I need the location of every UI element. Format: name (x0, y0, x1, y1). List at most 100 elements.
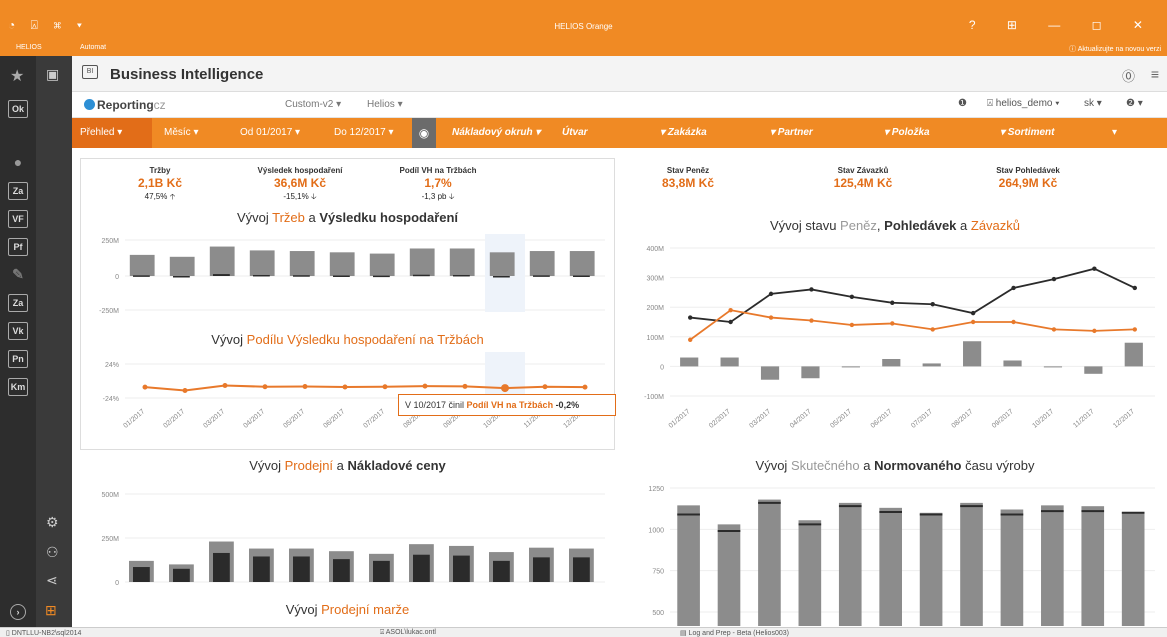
bar-vh (213, 274, 230, 276)
kpi-value: 36,6M Kč (273, 176, 327, 190)
sidebar-item-ok[interactable]: Ok (8, 100, 28, 118)
partner-filter[interactable]: ▾ Partner (770, 127, 813, 138)
automat-label[interactable]: Automat (80, 44, 106, 51)
pencil-icon[interactable]: ✎ (8, 266, 28, 284)
assortment-filter[interactable]: ▾ Sortiment (1000, 127, 1054, 138)
line-zavazky-point (930, 327, 935, 332)
kpi-vh[interactable]: Výsledek hospodaření 36,6M Kč -15,1% 🡣 (230, 166, 370, 205)
grid-icon[interactable]: ⊞ (45, 602, 57, 619)
app-label[interactable]: HELIOS (16, 44, 42, 51)
order-filter[interactable]: ▾ Zakázka (660, 127, 707, 138)
help-dropdown[interactable]: ❷ ▾ (1126, 98, 1143, 109)
y-tick-label: 0 (115, 274, 119, 281)
kpi-change: 47,5% 🡡 (144, 192, 176, 201)
x-tick-label: 07/2017 (362, 408, 386, 430)
eye-icon[interactable]: ◉ (412, 118, 436, 148)
x-tick-label: 08/2017 (951, 408, 975, 430)
bar-skutecny (879, 507, 902, 626)
to-date-dropdown[interactable]: Do 12/2017 ▾ (334, 127, 394, 138)
chart-trzby-vh[interactable]: 250M 0 -250M (80, 232, 615, 328)
help-icon[interactable]: ⓪ (1122, 66, 1135, 85)
line-pohledavky-point (849, 294, 855, 300)
bar-skutecny (1081, 506, 1105, 626)
sidebar-item-pf[interactable]: Pf (8, 238, 28, 256)
bar-vh (253, 274, 270, 277)
kpi-pohledavky[interactable]: Stav Pohledávek 264,9M Kč (968, 166, 1088, 190)
line-pohledavky-point (970, 310, 976, 316)
sidebar-item-pn[interactable]: Pn (8, 350, 28, 368)
bar-trzby (249, 250, 275, 276)
line-pohledavky-point (728, 319, 733, 325)
star-icon[interactable]: ★ (10, 66, 24, 86)
chart-stav[interactable]: 400M 300M 200M 100M 0 -100M 01/2017 02/2017 03/2… (630, 238, 1160, 458)
kpi-label: Stav Pohledávek (996, 166, 1060, 175)
from-date-dropdown[interactable]: Od 01/2017 ▾ (240, 127, 300, 138)
filter-bar: Přehled ▾ Měsíc ▾ Od 01/2017 ▾ Do 12/201… (72, 118, 1167, 148)
month-dropdown[interactable]: Měsíc ▾ (164, 127, 198, 138)
language-dropdown[interactable]: sk ▾ (1084, 98, 1102, 109)
bar-skutecny (717, 524, 741, 626)
bar-skutecny (758, 499, 781, 626)
reporting-logo[interactable]: Reportingcz (84, 98, 166, 112)
hamburger-menu-icon[interactable]: ≡ (1151, 66, 1159, 82)
bar-penize (720, 357, 739, 367)
bar-trzby (569, 251, 595, 276)
unit-filter[interactable]: Útvar (562, 127, 588, 138)
bar-skutecny (1000, 509, 1024, 626)
line-pohledavky (690, 267, 1136, 323)
status-server: ▯ DNTLLU-NB2\sql2014 (6, 630, 82, 637)
update-notice[interactable]: ⓘ Aktualizujte na novou verzi (1069, 44, 1161, 54)
overview-dropdown[interactable]: Přehled ▾ (80, 127, 122, 138)
sidebar-item-za[interactable]: Za (8, 182, 28, 200)
y-tick-label: 250M (101, 536, 119, 543)
user-icon[interactable]: ● (8, 154, 28, 172)
sidebar-item-vf[interactable]: VF (8, 210, 28, 228)
bar-skutecny (1121, 511, 1145, 626)
bar-vh (533, 275, 550, 277)
item-filter[interactable]: ▾ Položka (884, 127, 930, 138)
sidebar-item-km[interactable]: Km (8, 378, 28, 396)
y-tick-label: -100M (644, 394, 664, 401)
x-tick-label: 07/2017 (910, 408, 934, 430)
y-tick-label: 500 (652, 610, 664, 617)
bar-nakladova (573, 557, 590, 582)
point-podil (422, 383, 428, 389)
panel-icon[interactable]: ▣ (46, 66, 59, 83)
line-zavazky-point (970, 319, 976, 325)
helios-dropdown[interactable]: Helios ▾ (367, 99, 403, 110)
secondary-sidebar: ▣ ⚙ ⚇ ⋖ ⊞ (36, 56, 72, 628)
sidebar-item-za2[interactable]: Za (8, 294, 28, 312)
x-tick-label: 10/2017 (1031, 408, 1055, 430)
info-icon[interactable]: ❶ (958, 98, 967, 109)
y-tick-label: 24% (105, 362, 119, 369)
point-podil (382, 384, 388, 390)
network-icon[interactable]: ⚙ (46, 514, 59, 531)
x-tick-label: 03/2017 (748, 408, 772, 430)
user-dropdown[interactable]: ⍓ helios_demo ▾ (987, 98, 1059, 109)
arrow-circle-icon[interactable]: › (10, 604, 26, 620)
bar-penize (760, 366, 780, 380)
share-icon[interactable]: ⋖ (46, 572, 58, 589)
chart-tooltip: V 10/2017 činil Podíl VH na Tržbách -0,2… (398, 394, 616, 416)
kpi-label: Stav Závazků (837, 166, 889, 175)
kpi-change: -15,1% 🡣 (283, 192, 317, 201)
chart-cas[interactable]: 1250 1000 750 500 (630, 478, 1160, 626)
kpi-change: -1,3 pb 🡣 (421, 192, 455, 201)
sidebar-item-vk[interactable]: Vk (8, 322, 28, 340)
kpi-penize[interactable]: Stav Peněz 83,8M Kč (638, 166, 738, 190)
x-tick-label: 09/2017 (991, 408, 1015, 430)
kpi-podil[interactable]: Podíl VH na Tržbách 1,7% -1,3 pb 🡣 (368, 166, 508, 205)
window-controls[interactable]: ? ⊞ — ◻ ✕ (969, 18, 1157, 32)
last-filter-dropdown[interactable]: ▾ (1112, 127, 1117, 138)
custom-dropdown[interactable]: Custom-v2 ▾ (285, 99, 341, 110)
kpi-trzby[interactable]: Tržby 2,1B Kč 47,5% 🡡 (90, 166, 230, 205)
x-tick-label: 04/2017 (789, 408, 813, 430)
hierarchy-icon[interactable]: ⚇ (46, 544, 59, 561)
cost-circle-filter[interactable]: Nákladový okruh ▾ (452, 127, 540, 138)
bar-vh (493, 276, 510, 278)
chart-ceny[interactable]: 500M 250M 0 (80, 478, 615, 596)
kpi-zavazky[interactable]: Stav Závazků 125,4M Kč (808, 166, 918, 190)
chart-title-podil: Vývoj Podílu Výsledku hospodaření na Trž… (211, 332, 484, 347)
point-podil (262, 384, 268, 390)
line-zavazky-point (1011, 319, 1016, 325)
